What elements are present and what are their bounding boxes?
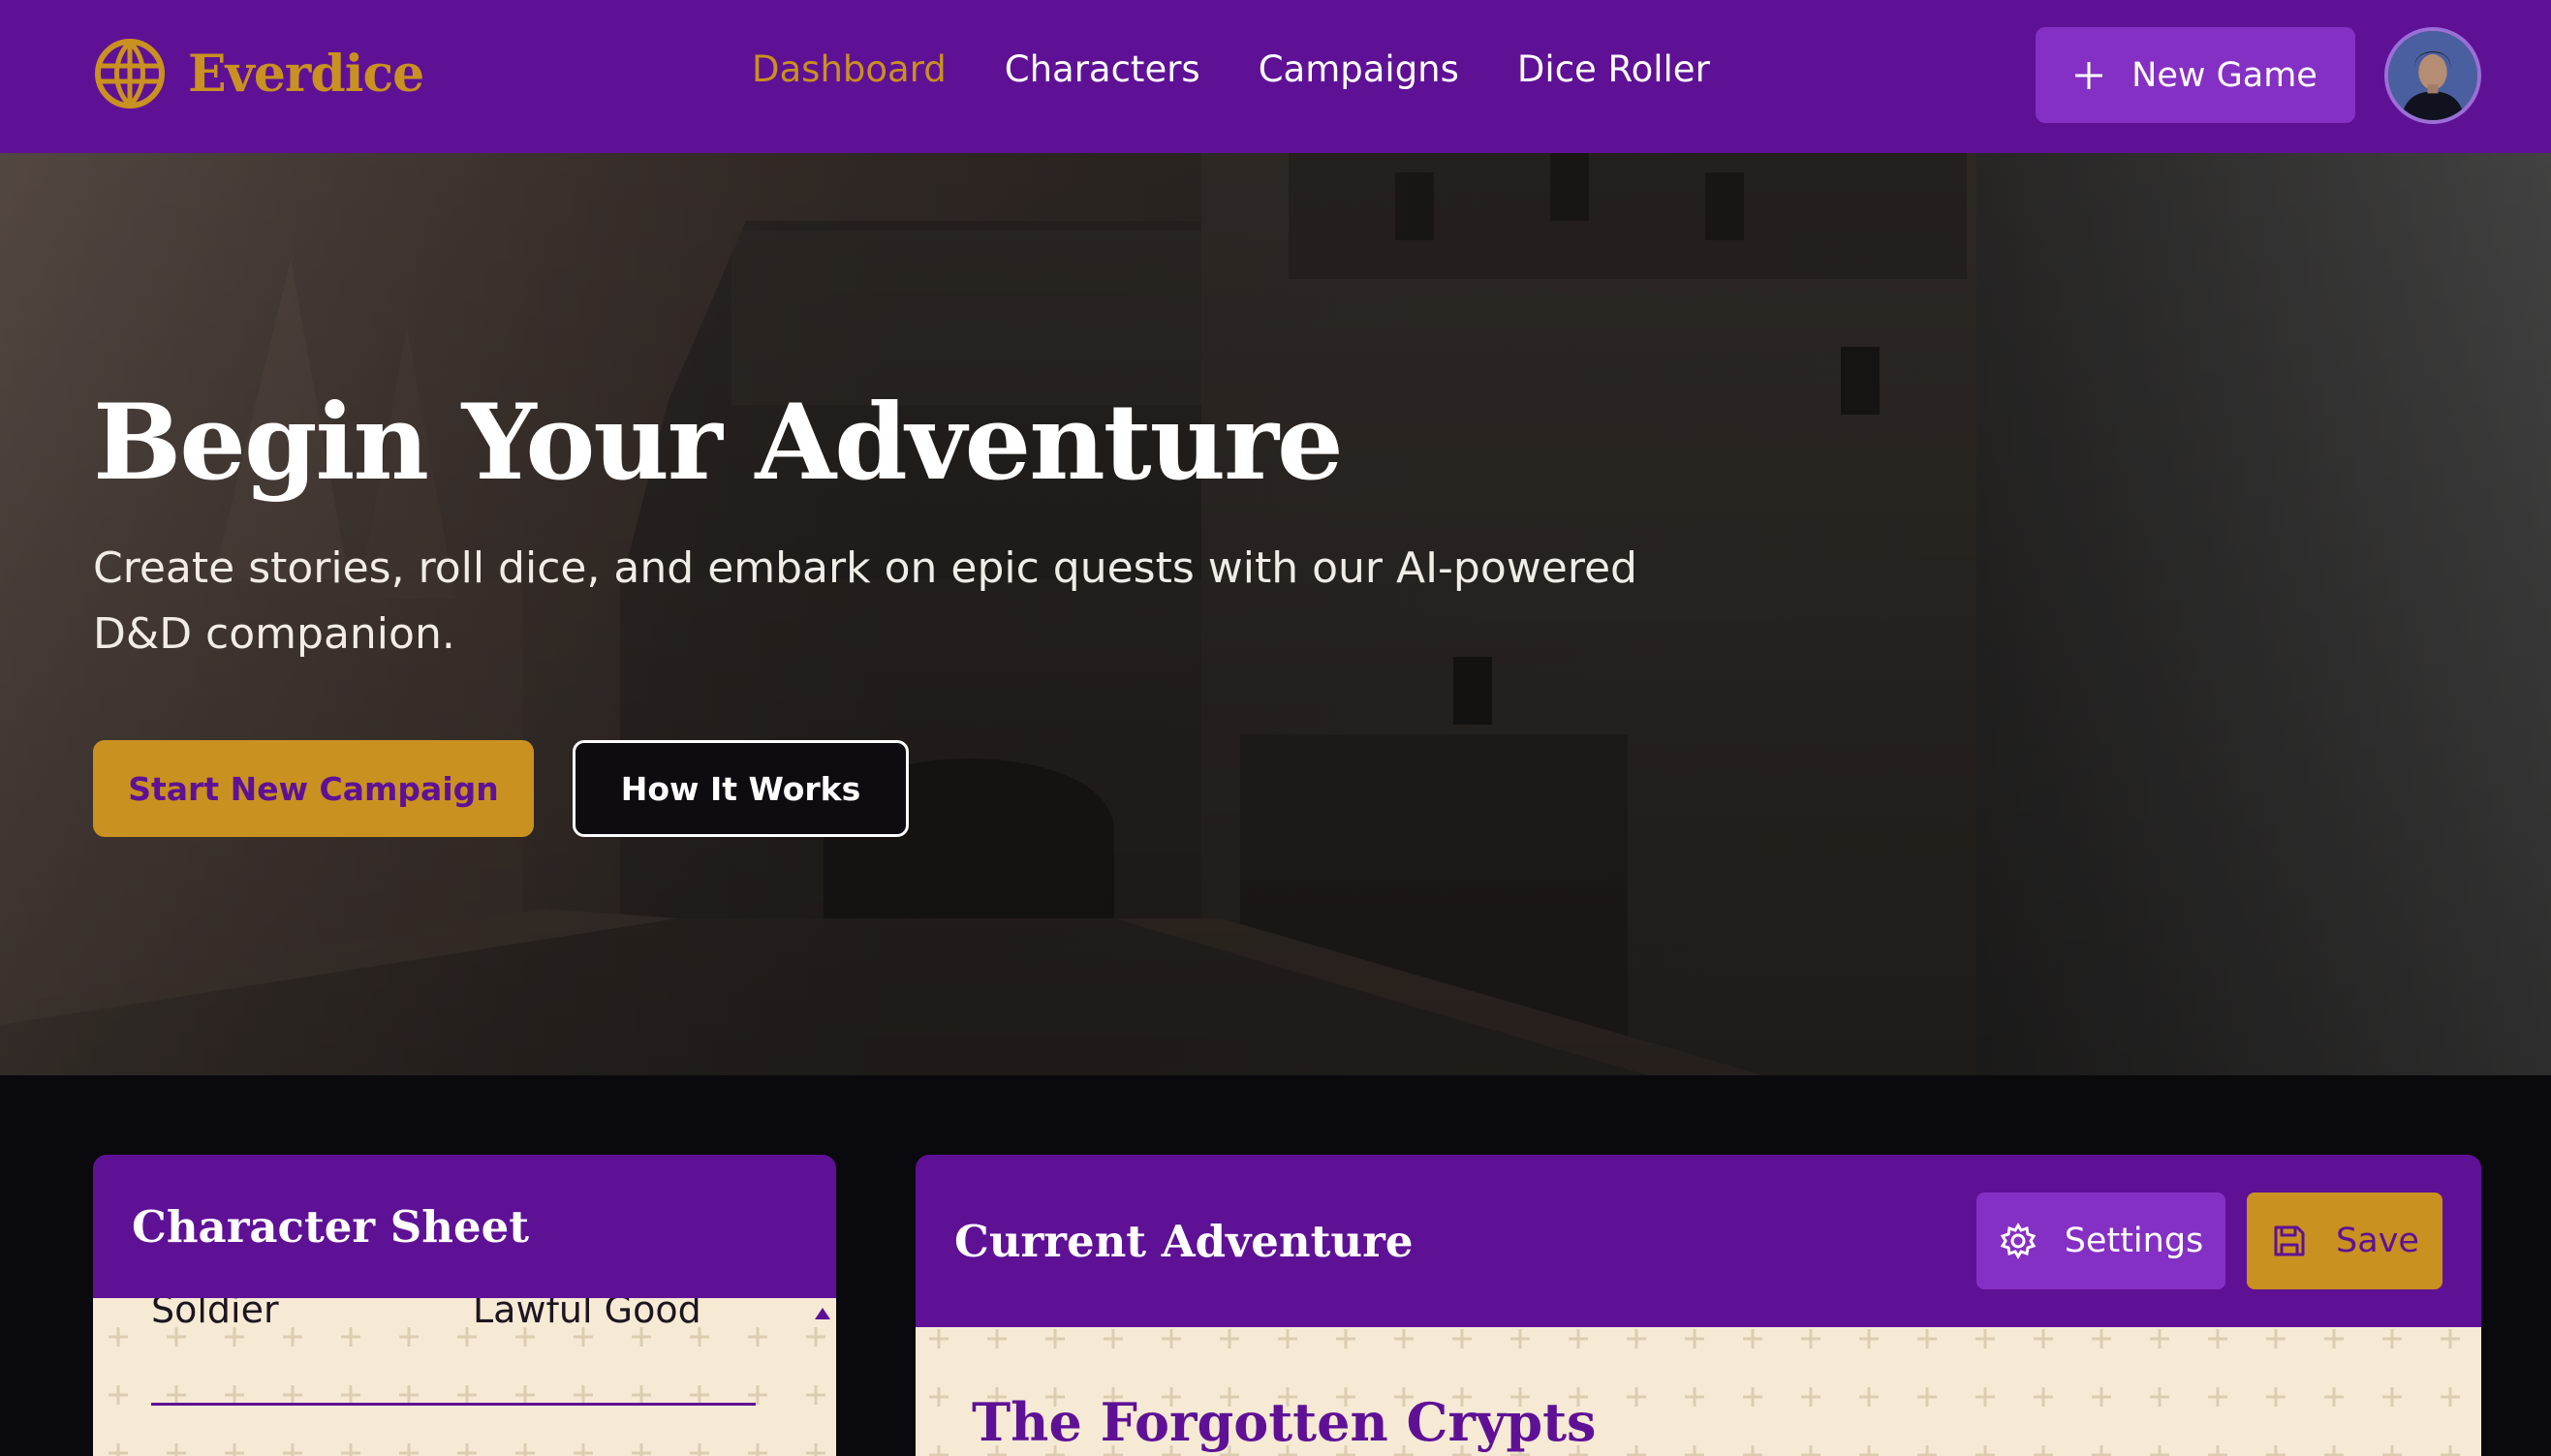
adventure-actions: Settings Save — [1976, 1193, 2442, 1289]
current-adventure-panel: Current Adventure Settings Save The Forg… — [916, 1155, 2481, 1456]
settings-label: Settings — [2064, 1222, 2204, 1260]
save-label: Save — [2336, 1222, 2419, 1260]
hero-content: Begin Your Adventure Create stories, rol… — [93, 386, 1740, 667]
how-it-works-button[interactable]: How It Works — [573, 740, 909, 837]
character-sheet-header: Character Sheet — [93, 1155, 836, 1298]
new-game-button[interactable]: New Game — [2036, 27, 2355, 123]
adventure-body: The Forgotten Crypts — [916, 1327, 2481, 1456]
brand[interactable]: Everdice — [93, 37, 424, 110]
main-nav: Dashboard Characters Campaigns Dice Roll… — [752, 48, 1710, 90]
nav-item-dashboard[interactable]: Dashboard — [752, 48, 947, 90]
divider — [151, 1403, 756, 1406]
start-new-campaign-button[interactable]: Start New Campaign — [93, 740, 534, 837]
hero-banner: Begin Your Adventure Create stories, rol… — [0, 153, 2551, 1075]
current-adventure-title: Current Adventure — [954, 1215, 1414, 1267]
avatar-portrait — [2388, 31, 2477, 120]
save-button[interactable]: Save — [2247, 1193, 2442, 1289]
character-sheet-title: Character Sheet — [132, 1200, 530, 1253]
hero-actions: Start New Campaign How It Works — [93, 740, 909, 837]
current-adventure-header: Current Adventure Settings Save — [916, 1155, 2481, 1327]
settings-button[interactable]: Settings — [1976, 1193, 2225, 1289]
scroll-up-arrow-icon[interactable] — [815, 1308, 830, 1319]
character-background: Soldier — [151, 1298, 279, 1331]
top-navigation-bar: Everdice Dashboard Characters Campaigns … — [0, 0, 2551, 153]
character-alignment: Lawful Good — [473, 1298, 701, 1331]
character-sheet-panel: Character Sheet Soldier Lawful Good — [93, 1155, 836, 1456]
user-avatar[interactable] — [2384, 27, 2481, 124]
plus-icon — [2075, 61, 2103, 89]
adventure-name: The Forgotten Crypts — [972, 1391, 1597, 1453]
save-icon — [2274, 1225, 2305, 1256]
gear-icon — [2000, 1223, 2036, 1259]
nav-item-characters[interactable]: Characters — [1005, 48, 1200, 90]
hero-title: Begin Your Adventure — [93, 382, 1344, 504]
character-sheet-body[interactable]: Soldier Lawful Good — [93, 1298, 836, 1456]
character-details-row: Soldier Lawful Good — [151, 1298, 701, 1331]
new-game-label: New Game — [2131, 55, 2318, 95]
brand-name: Everdice — [188, 44, 424, 104]
nav-item-dice-roller[interactable]: Dice Roller — [1517, 48, 1710, 90]
hero-subtitle: Create stories, roll dice, and embark on… — [93, 542, 1637, 659]
globe-icon — [95, 39, 165, 108]
nav-item-campaigns[interactable]: Campaigns — [1259, 48, 1459, 90]
